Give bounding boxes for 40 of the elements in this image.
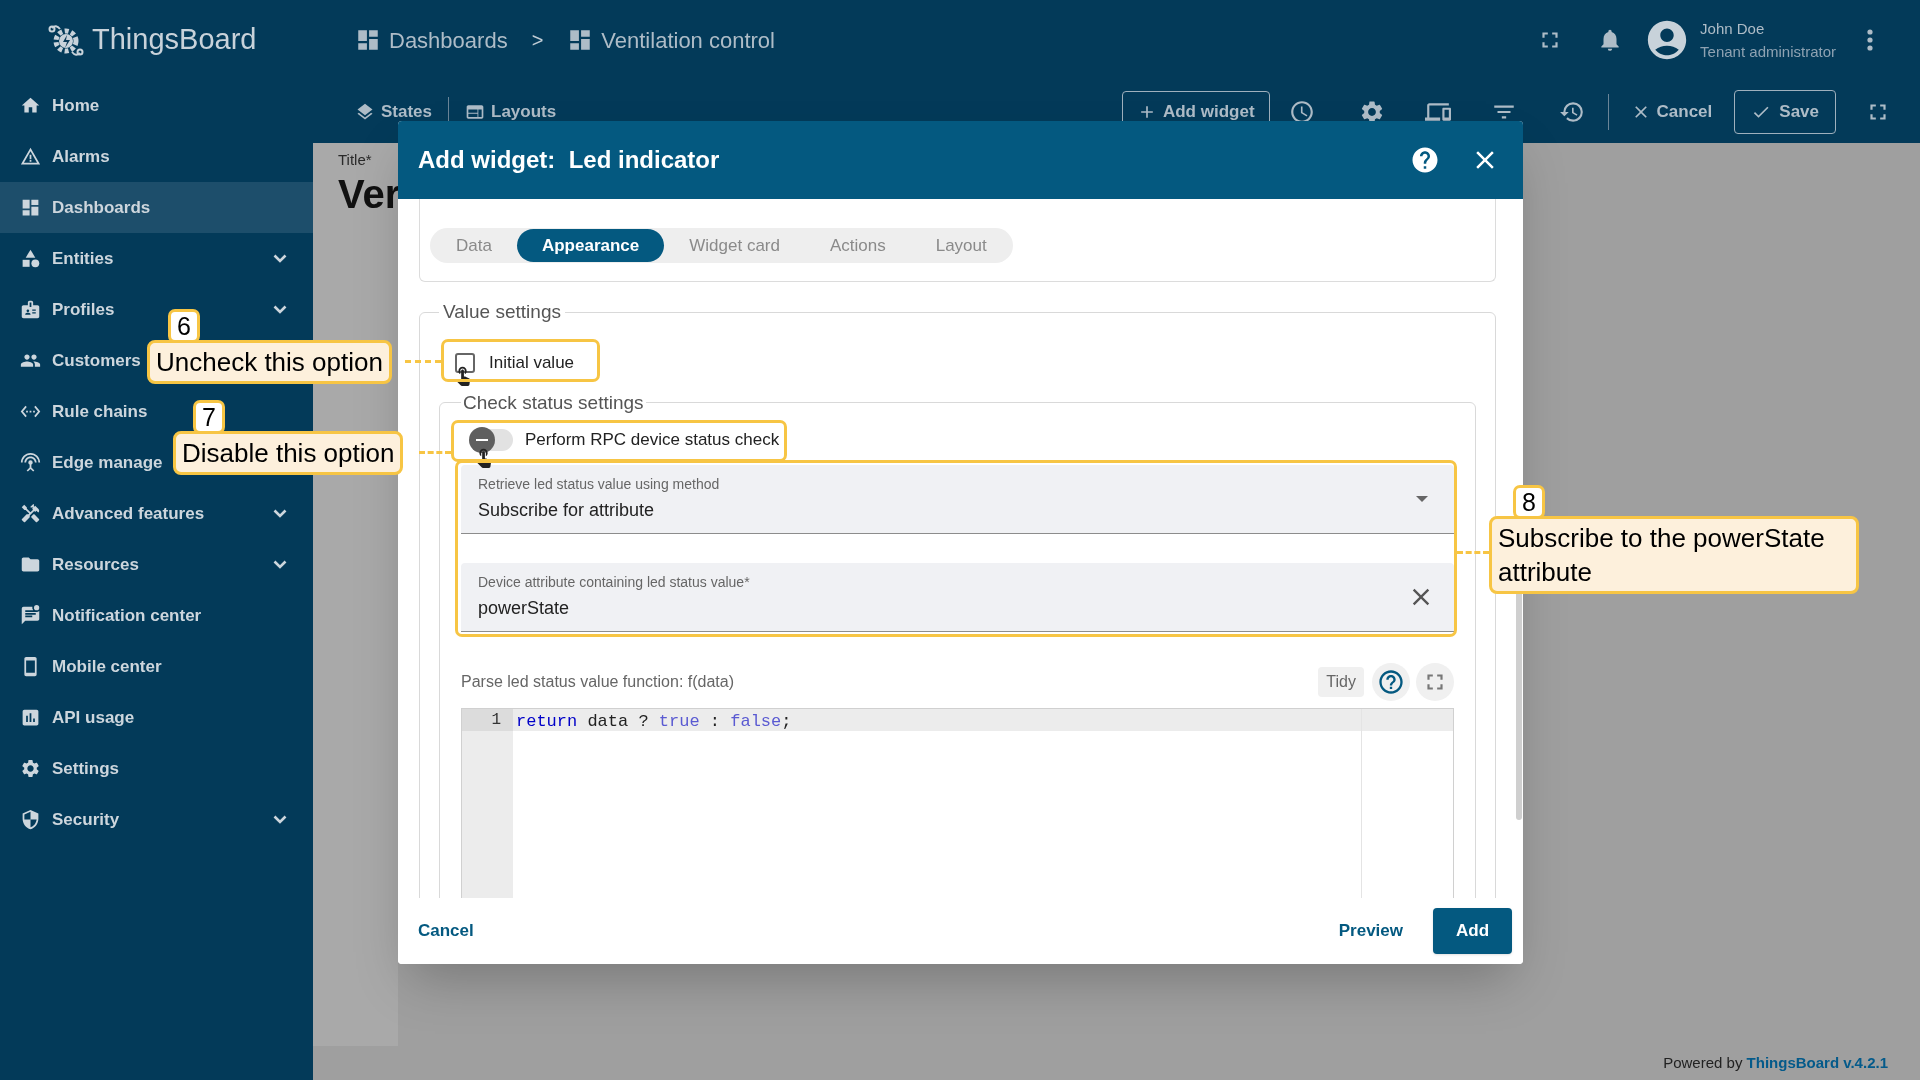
panel-legend: Check status settings — [461, 388, 646, 417]
field-value: Subscribe for attribute — [478, 499, 656, 522]
field-value: powerState — [478, 597, 571, 620]
app-name: ThingsBoard — [92, 22, 257, 58]
sidebar-label: API usage — [52, 706, 135, 729]
callout-tooltip: Disable this option — [173, 431, 404, 475]
panel-legend: Value settings — [439, 298, 565, 327]
field-label: Retrieve led status value using method — [478, 475, 721, 494]
callout-tooltip: Uncheck this option — [147, 340, 392, 384]
field-label: Device attribute containing led status value* — [478, 573, 751, 592]
sidebar-label: Profiles — [52, 298, 115, 321]
sidebar-label: Mobile center — [52, 655, 162, 678]
sidebar-label: Alarms — [52, 145, 110, 168]
code-label: Parse led status value function: f(data) — [461, 672, 735, 692]
line-number: 1 — [462, 709, 513, 731]
title-label: Title* — [338, 150, 373, 170]
step-number-tooltip: 7 — [193, 400, 225, 434]
sidebar-label: Home — [52, 94, 100, 117]
sidebar-label: Rule chains — [52, 400, 148, 423]
title-value: Ver — [338, 171, 398, 216]
dialog-title: Add widget: Led indicator — [418, 145, 720, 175]
step-number-tooltip: 6 — [168, 309, 200, 343]
callout-tooltip: Subscribe to the powerState attribute — [1489, 516, 1859, 594]
checkbox-label: Initial value — [489, 351, 575, 374]
toggle-label: Perform RPC device status check — [525, 429, 780, 452]
sidebar-label: Edge manage — [52, 451, 163, 474]
sidebar-label: Security — [52, 808, 120, 831]
code-line: return data ? true : false; — [515, 712, 792, 731]
sidebar-label: Entities — [52, 247, 114, 270]
user-name: John Doe — [1700, 19, 1766, 39]
sidebar-label: Dashboards — [52, 196, 151, 219]
sidebar-label: Customers — [52, 349, 141, 372]
sidebar-label: Resources — [52, 553, 139, 576]
step-number-tooltip: 8 — [1513, 485, 1545, 519]
user-role: Tenant administrator — [1700, 42, 1836, 62]
sidebar-label: Notification center — [52, 604, 202, 627]
sidebar-label: Advanced features — [52, 502, 205, 525]
breadcrumb-separator: > — [531, 28, 544, 53]
powered-by-text: Powered by ThingsBoard v.4.2.1 — [1663, 1052, 1888, 1073]
sidebar-label: Settings — [52, 757, 120, 780]
